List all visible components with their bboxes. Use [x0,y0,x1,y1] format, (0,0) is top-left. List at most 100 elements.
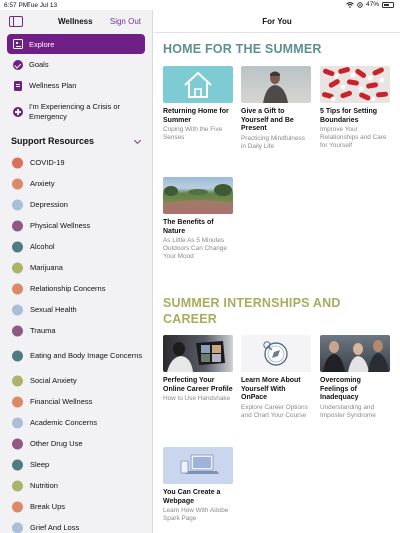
category-dot-icon [12,501,23,512]
header-divider [154,32,400,33]
status-right: 47% [346,1,394,8]
category-dot-icon [12,157,23,168]
category-dot-icon [12,283,23,294]
category-dot-icon [12,480,23,491]
card-inadequacy[interactable]: Overcoming Feelings of Inadequacy Unders… [320,335,390,420]
nav-item-crisis[interactable]: I'm Experiencing a Crisis or Emergency [7,96,145,128]
resource-label: Social Anxiety [30,376,77,385]
sidebar-item-financial-wellness[interactable]: Financial Wellness [0,391,152,412]
card-title: Returning Home for Summer [163,108,229,124]
card-returning-home[interactable]: Returning Home for Summer Coping With th… [163,66,233,142]
sidebar-item-physical-wellness[interactable]: Physical Wellness [0,215,152,236]
resource-label: Grief And Loss [30,523,80,532]
resource-label: Marijuana [30,263,63,272]
nav-item-wellness-plan[interactable]: Wellness Plan [7,75,145,96]
page-title: For You [262,17,292,26]
sidebar-item-sexual-health[interactable]: Sexual Health [0,299,152,320]
battery-percent: 47% [365,1,379,8]
card-setting-boundaries[interactable]: 5 Tips for Setting Boundaries Improve Yo… [320,66,390,150]
plus-circle-icon [13,107,23,117]
resource-label: Alcohol [30,242,55,251]
nav-label: I'm Experiencing a Crisis or Emergency [29,102,121,121]
sidebar-item-relationship-concerns[interactable]: Relationship Concerns [0,278,152,299]
sidebar-item-depression[interactable]: Depression [0,194,152,215]
sidebar-header: Wellness Sign Out [0,10,152,34]
person-sky-photo [241,66,311,103]
card-subtitle: Learn How With Adobe Spark Page [163,507,229,522]
sidebar: Wellness Sign Out Explore Goals Wellness… [0,10,153,533]
nav-label: Explore [29,39,55,49]
compass-icon [241,335,311,372]
resource-label: Eating and Body Image Concerns [30,350,143,360]
sidebar-item-break-ups[interactable]: Break Ups [0,496,152,517]
support-resources-header[interactable]: Support Resources [0,130,152,152]
sidebar-item-grief-and-loss[interactable]: Grief And Loss [0,517,152,533]
card-subtitle: Coping With the Five Senses [163,126,223,141]
sidebar-item-anxiety[interactable]: Anxiety [0,173,152,194]
category-dot-icon [12,396,23,407]
resource-label: Anxiety [30,179,55,188]
resource-label: Other Drug Use [30,439,83,448]
resource-label: Sleep [30,460,50,469]
sidebar-item-nutrition[interactable]: Nutrition [0,475,152,496]
resource-list: COVID-19 Anxiety Depression Physical Wellne… [0,152,152,533]
nav-label: Goals [29,60,49,69]
resource-label: Financial Wellness [30,397,93,406]
category-dot-icon [12,459,23,470]
card-subtitle: Practicing Mindfulness in Daily Life [241,134,305,150]
sign-out-button[interactable]: Sign Out [110,17,141,26]
wifi-icon [346,1,354,8]
sidebar-item-academic-concerns[interactable]: Academic Concerns [0,412,152,433]
check-circle-icon [13,59,23,70]
resource-label: Trauma [30,326,56,335]
card-subtitle: As Little As 5 Minutes Outdoors Can Chan… [163,237,227,260]
card-title: Give a Gift to Yourself and Be Present [241,108,294,132]
category-dot-icon [12,325,23,336]
chevron-down-icon[interactable] [133,136,142,145]
resource-label: Relationship Concerns [30,284,106,293]
category-dot-icon [12,417,23,428]
card-onpace[interactable]: Learn More About Yourself With OnPace Ex… [241,335,311,420]
nav-item-explore[interactable]: Explore [7,34,145,54]
card-benefits-of-nature[interactable]: The Benefits of Nature As Little As 5 Mi… [163,177,233,261]
sidebar-item-alcohol[interactable]: Alcohol [0,236,152,257]
resource-label: Nutrition [30,481,58,490]
category-dot-icon [12,375,23,386]
support-resources-title: Support Resources [11,136,95,146]
status-date: Tue Jul 13 [27,2,58,9]
sidebar-item-other-drug-use[interactable]: Other Drug Use [0,433,152,454]
category-dot-icon [12,199,23,210]
card-title: The Benefits of Nature [163,219,214,235]
sidebar-item-eating-and-body-image-concerns[interactable]: Eating and Body Image Concerns [0,341,152,370]
category-dot-icon [12,438,23,449]
resource-label: Sexual Health [30,305,77,314]
sidebar-toggle-icon[interactable] [9,16,23,27]
location-icon [357,1,363,8]
section-title-home: HOME FOR THE SUMMER [163,42,322,56]
category-dot-icon [12,178,23,189]
status-bar: 6:57 PM Tue Jul 13 47% [0,0,400,10]
card-subtitle: Understanding and Imposter Syndrome [320,403,376,419]
sidebar-item-sleep[interactable]: Sleep [0,454,152,475]
home-icon [163,66,233,103]
main-content: For You HOME FOR THE SUMMER Returning Ho… [154,10,400,533]
sidebar-item-trauma[interactable]: Trauma [0,320,152,341]
nav-item-goals[interactable]: Goals [7,54,145,75]
card-give-a-gift[interactable]: Give a Gift to Yourself and Be Present P… [241,66,311,151]
card-career-profile[interactable]: Perfecting Your Online Career Profile Ho… [163,335,233,403]
card-subtitle: Improve Your Relationships and Care for … [320,126,387,149]
sidebar-item-marijuana[interactable]: Marijuana [0,257,152,278]
sidebar-item-social-anxiety[interactable]: Social Anxiety [0,370,152,391]
status-time: 6:57 PM [4,2,29,9]
plan-icon [14,80,22,91]
devices-illustration [163,447,233,484]
card-create-webpage[interactable]: You Can Create a Webpage Learn How With … [163,447,233,523]
laptop-call-photo [163,335,233,372]
card-subtitle: How to Use Handshake [163,395,231,402]
category-dot-icon [12,304,23,315]
card-title: Perfecting Your Online Career Profile [163,377,233,393]
sidebar-item-covid-19[interactable]: COVID-19 [0,152,152,173]
resource-label: Break Ups [30,502,66,511]
category-dot-icon [12,262,23,273]
resource-label: Academic Concerns [30,418,98,427]
